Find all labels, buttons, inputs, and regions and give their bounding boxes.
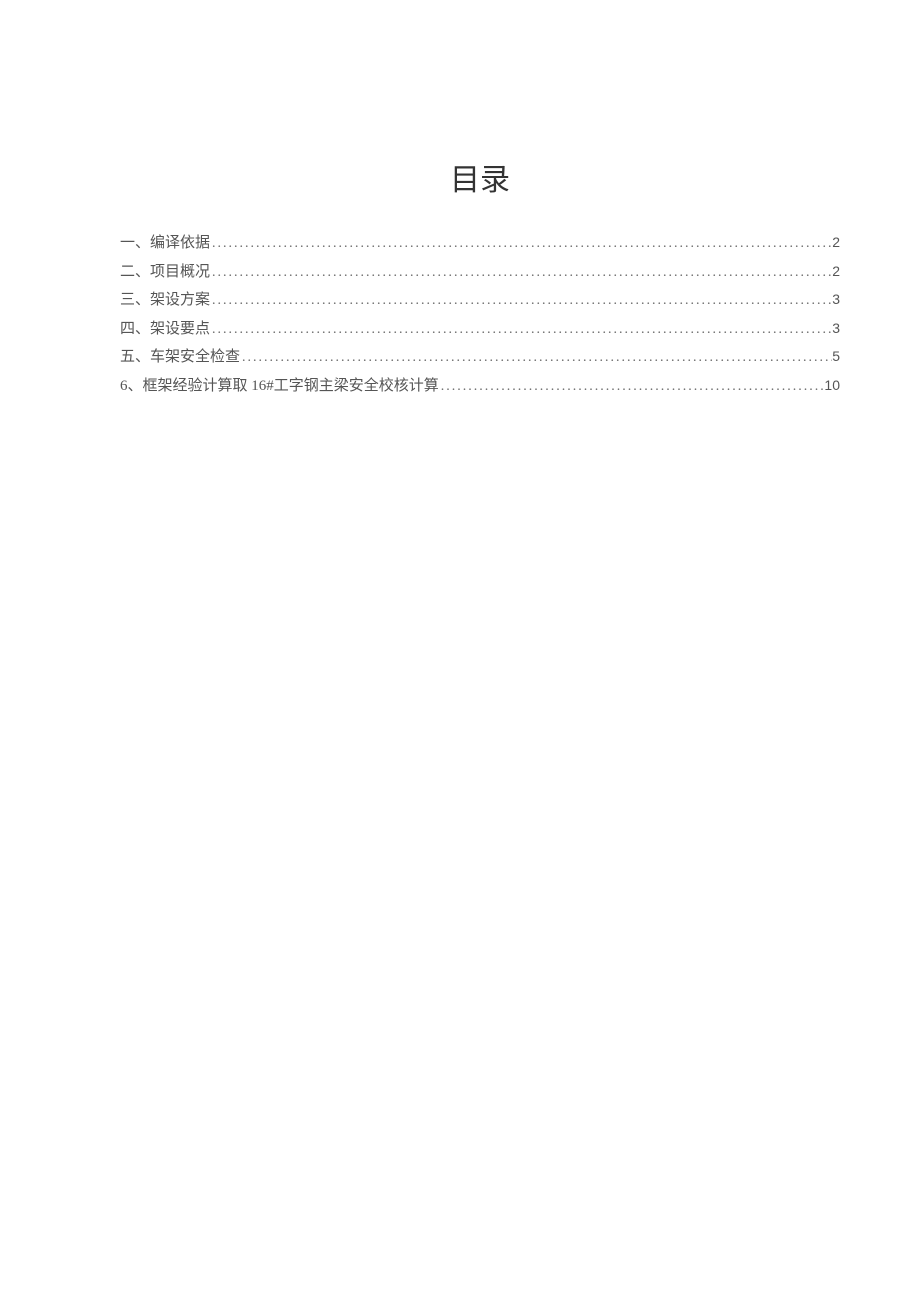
toc-entry-label: 四、架设要点 (120, 317, 210, 343)
toc-entry-page: 10 (824, 374, 840, 398)
toc-dots (210, 261, 832, 285)
toc-entry: 6、框架经验计算取 16#工字钢主梁安全校核计算 10 (120, 374, 840, 400)
toc-dots (240, 346, 832, 370)
document-page: 目录 一、编译依据 2 二、项目概况 2 三、架设方案 3 四、架设要点 3 五… (0, 0, 920, 399)
toc-entry: 三、架设方案 3 (120, 288, 840, 314)
toc-dots (210, 232, 832, 256)
toc-dots (210, 289, 832, 313)
toc-dots (210, 318, 832, 342)
toc-title: 目录 (120, 155, 840, 199)
toc-entry: 一、编译依据 2 (120, 231, 840, 257)
toc-entry-page: 5 (832, 345, 840, 369)
toc-dots (439, 375, 825, 399)
toc-entry: 五、车架安全检查 5 (120, 345, 840, 371)
toc-entry: 四、架设要点 3 (120, 317, 840, 343)
toc-entry-page: 3 (832, 317, 840, 341)
toc-entry-label: 三、架设方案 (120, 288, 210, 314)
toc-entry-page: 2 (832, 231, 840, 255)
toc-entry-label: 一、编译依据 (120, 231, 210, 257)
toc-entry-label: 6、框架经验计算取 16#工字钢主梁安全校核计算 (120, 374, 439, 400)
toc-entry: 二、项目概况 2 (120, 260, 840, 286)
toc-entry-label: 五、车架安全检查 (120, 345, 240, 371)
table-of-contents: 一、编译依据 2 二、项目概况 2 三、架设方案 3 四、架设要点 3 五、车架… (120, 231, 840, 399)
toc-entry-page: 2 (832, 260, 840, 284)
toc-entry-page: 3 (832, 288, 840, 312)
toc-entry-label: 二、项目概况 (120, 260, 210, 286)
